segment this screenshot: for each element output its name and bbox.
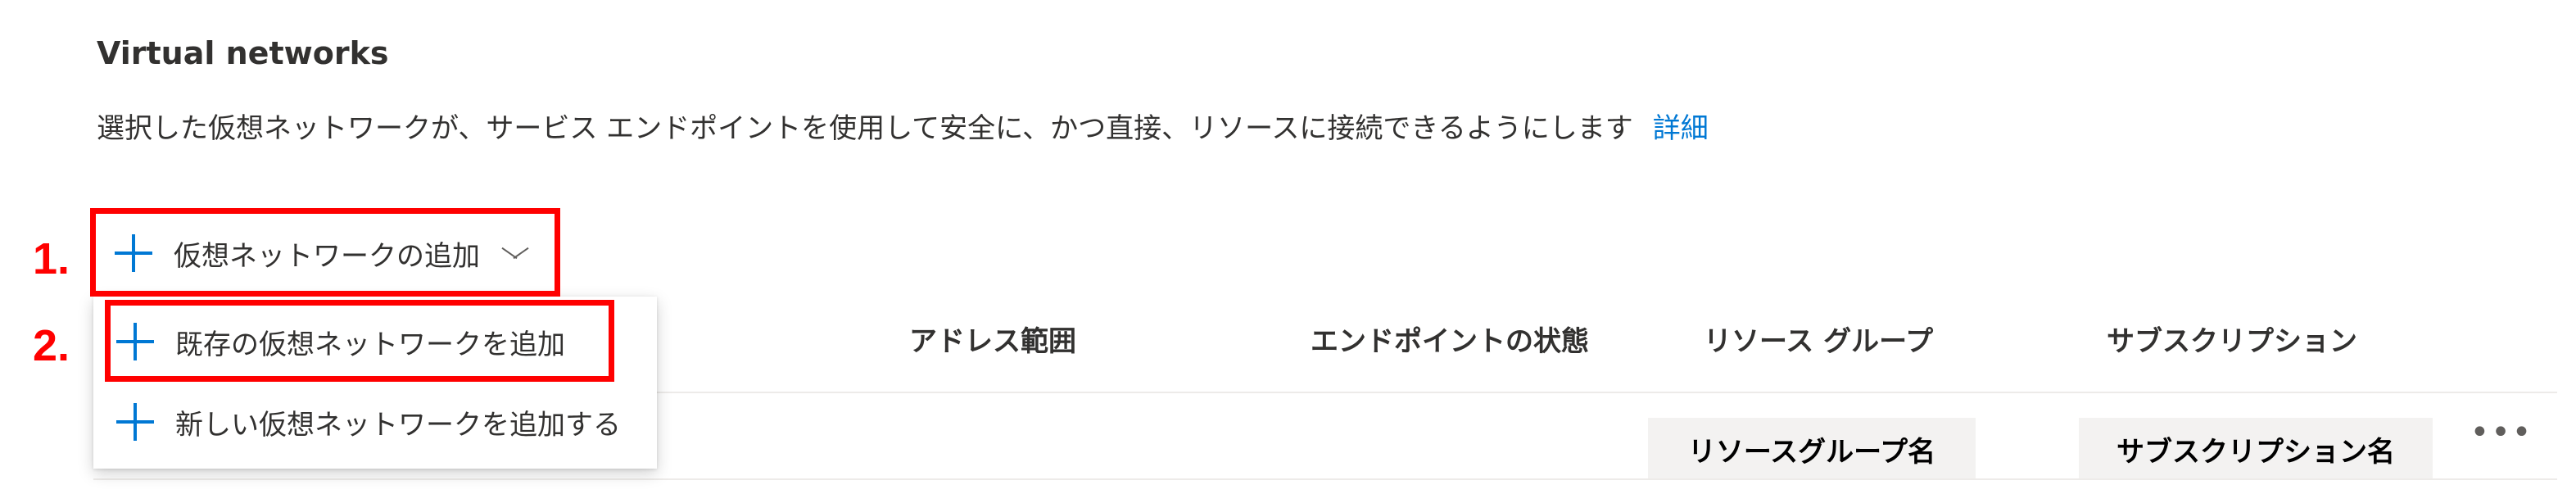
step-1-annotation: 1. — [33, 234, 70, 283]
column-header-subscription[interactable]: サブスクリプション — [2107, 321, 2357, 362]
menu-item-add-new-vnet[interactable]: 新しい仮想ネットワークを追加する — [116, 393, 621, 451]
description-text: 選択した仮想ネットワークが、サービス エンドポイントを使用して安全に、かつ直接、… — [97, 112, 1633, 145]
section-title: Virtual networks — [97, 35, 389, 71]
plus-icon — [116, 403, 154, 441]
learn-more-link[interactable]: 詳細 — [1653, 112, 1709, 145]
column-header-address-range[interactable]: アドレス範囲 — [909, 321, 1076, 362]
column-header-resource-group[interactable]: リソース グループ — [1704, 321, 1933, 362]
subscription-cell: サブスクリプション名 — [2079, 418, 2433, 480]
more-icon[interactable]: ••• — [2469, 414, 2534, 451]
menu-item-label: 新しい仮想ネットワークを追加する — [175, 408, 621, 442]
section-description: 選択した仮想ネットワークが、サービス エンドポイントを使用して安全に、かつ直接、… — [97, 110, 1709, 147]
step-2-annotation: 2. — [33, 321, 70, 370]
annotation-box-step-1 — [90, 208, 560, 297]
header-divider — [657, 392, 2557, 393]
resource-group-cell: リソースグループ名 — [1648, 418, 1976, 480]
annotation-box-step-2 — [105, 300, 614, 382]
virtual-networks-page: Virtual networks 選択した仮想ネットワークが、サービス エンドポ… — [0, 0, 2576, 494]
row-divider — [93, 478, 2557, 480]
column-header-endpoint-status[interactable]: エンドポイントの状態 — [1311, 321, 1589, 362]
